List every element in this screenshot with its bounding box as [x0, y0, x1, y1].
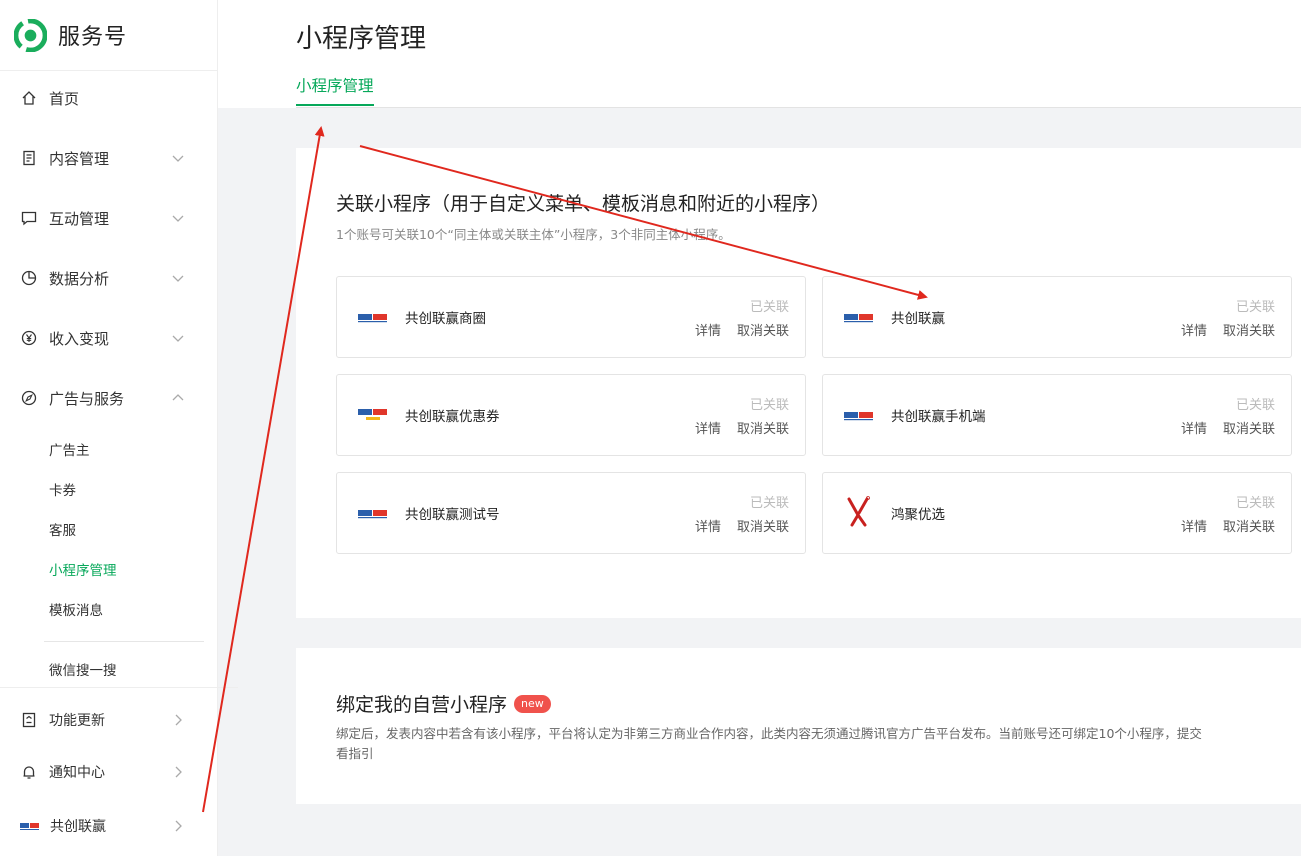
- program-logo: [844, 314, 873, 323]
- mini-program-card: 共创联赢测试号 已关联 详情 取消关联: [336, 472, 806, 554]
- section-title: 关联小程序（用于自定义菜单、模板消息和附近的小程序）: [336, 193, 831, 215]
- sub-item-coupons[interactable]: 卡券: [49, 481, 76, 501]
- nav-item-notification-center[interactable]: 通知中心: [0, 752, 218, 792]
- section-subtitle: 1个账号可关联10个“同主体或关联主体”小程序，3个非同主体小程序。: [336, 227, 731, 242]
- detail-link[interactable]: 详情: [695, 324, 721, 339]
- home-icon: [20, 89, 38, 107]
- status-label: 已关联: [1235, 496, 1275, 511]
- divider: [44, 641, 204, 642]
- unlink-link[interactable]: 取消关联: [737, 520, 789, 535]
- program-logo: [358, 510, 387, 519]
- nav-item-label: 内容管理: [49, 149, 110, 168]
- update-icon: [20, 711, 38, 729]
- brand-header: 服务号: [0, 0, 217, 71]
- detail-link[interactable]: 详情: [1181, 520, 1207, 535]
- unlink-link[interactable]: 取消关联: [1223, 422, 1275, 437]
- program-name: 共创联赢优惠券: [405, 409, 500, 425]
- program-logo: [358, 314, 387, 323]
- nav-item-content[interactable]: 内容管理: [0, 138, 218, 178]
- description-line: 绑定后，发表内容中若含有该小程序，平台将认定为非第三方商业合作内容，此类内容无须…: [336, 726, 1202, 741]
- nav-item-account[interactable]: 共创联赢: [0, 806, 218, 846]
- app-name: 服务号: [58, 25, 128, 50]
- program-name: 共创联赢测试号: [405, 507, 500, 523]
- service-account-logo-icon: [14, 18, 47, 52]
- program-logo: [847, 496, 870, 527]
- linked-mini-programs-card: 关联小程序（用于自定义菜单、模板消息和附近的小程序） 1个账号可关联10个“同主…: [296, 148, 1301, 618]
- nav-item-monetization[interactable]: 收入变现: [0, 318, 218, 358]
- unlink-link[interactable]: 取消关联: [1223, 324, 1275, 339]
- status-label: 已关联: [749, 496, 789, 511]
- pie-chart-icon: [20, 269, 38, 287]
- chevron-down-icon: [172, 335, 184, 342]
- compass-icon: [20, 389, 38, 407]
- chat-icon: [20, 209, 38, 227]
- document-icon: [20, 149, 38, 167]
- detail-link[interactable]: 详情: [695, 520, 721, 535]
- mini-program-card: 鸿聚优选 已关联 详情 取消关联: [822, 472, 1292, 554]
- tab-bar-divider: [296, 107, 1301, 108]
- nav-item-label: 互动管理: [49, 209, 110, 228]
- nav-item-label: 共创联赢: [50, 819, 106, 835]
- chevron-up-icon: [172, 394, 184, 401]
- unlink-link[interactable]: 取消关联: [1223, 520, 1275, 535]
- nav-item-label: 广告与服务: [49, 389, 125, 408]
- program-logo: [358, 409, 387, 420]
- guide-link[interactable]: 看指引: [336, 744, 1301, 764]
- detail-link[interactable]: 详情: [1181, 422, 1207, 437]
- section-title: 绑定我的自营小程序 new: [336, 690, 551, 717]
- nav-item-analytics[interactable]: 数据分析: [0, 258, 218, 298]
- bell-icon: [20, 763, 38, 781]
- new-badge: new: [514, 694, 551, 713]
- tab-mini-program-management[interactable]: 小程序管理: [296, 74, 374, 106]
- chevron-right-icon: [175, 820, 182, 832]
- mini-program-card: 共创联赢 已关联 详情 取消关联: [822, 276, 1292, 358]
- nav-item-label: 收入变现: [49, 329, 110, 348]
- nav-item-ads-services[interactable]: 广告与服务: [0, 378, 218, 418]
- detail-link[interactable]: 详情: [695, 422, 721, 437]
- unlink-link[interactable]: 取消关联: [737, 422, 789, 437]
- chevron-right-icon: [175, 714, 182, 726]
- sub-item-customer-service[interactable]: 客服: [49, 521, 76, 541]
- unlink-link[interactable]: 取消关联: [737, 324, 789, 339]
- nav-item-label: 数据分析: [49, 269, 110, 288]
- bind-mini-program-card: 绑定我的自营小程序 new 绑定后，发表内容中若含有该小程序，平台将认定为非第三…: [296, 648, 1301, 804]
- program-name: 共创联赢商圈: [405, 311, 486, 327]
- divider: [0, 687, 238, 688]
- nav-item-interaction[interactable]: 互动管理: [0, 198, 218, 238]
- mini-program-card: 共创联赢手机端 已关联 详情 取消关联: [822, 374, 1292, 456]
- status-label: 已关联: [1235, 398, 1275, 413]
- section-description: 绑定后，发表内容中若含有该小程序，平台将认定为非第三方商业合作内容，此类内容无须…: [336, 724, 1301, 766]
- sub-item-wechat-search[interactable]: 微信搜一搜: [49, 661, 117, 681]
- sidebar: 服务号 首页 内容管理 互动管理 数据分析 收入变现 广告与服务 广告主 卡券 …: [0, 0, 238, 856]
- nav-item-label: 首页: [49, 89, 80, 108]
- chevron-down-icon: [172, 275, 184, 282]
- chevron-right-icon: [175, 766, 182, 778]
- section-title-text: 绑定我的自营小程序: [336, 694, 508, 716]
- nav-item-label: 功能更新: [49, 713, 105, 729]
- nav-item-label: 通知中心: [49, 765, 105, 781]
- detail-link[interactable]: 详情: [1181, 324, 1207, 339]
- sub-item-template-messages[interactable]: 模板消息: [49, 601, 103, 621]
- mini-program-card: 共创联赢商圈 已关联 详情 取消关联: [336, 276, 806, 358]
- program-name: 共创联赢手机端: [891, 409, 986, 425]
- program-name: 鸿聚优选: [891, 507, 945, 523]
- nav-item-feature-updates[interactable]: 功能更新: [0, 700, 218, 740]
- sub-item-mini-program-management[interactable]: 小程序管理: [49, 561, 117, 581]
- chevron-down-icon: [172, 215, 184, 222]
- sub-item-advertiser[interactable]: 广告主: [49, 441, 90, 461]
- nav-item-home[interactable]: 首页: [0, 78, 218, 118]
- status-label: 已关联: [749, 300, 789, 315]
- mini-program-card: 共创联赢优惠券 已关联 详情 取消关联: [336, 374, 806, 456]
- chevron-down-icon: [172, 155, 184, 162]
- status-label: 已关联: [1235, 300, 1275, 315]
- brand-logo: [20, 823, 39, 830]
- program-logo: [844, 412, 873, 421]
- yen-icon: [20, 329, 38, 347]
- page-title: 小程序管理: [296, 24, 427, 54]
- program-name: 共创联赢: [891, 311, 945, 327]
- status-label: 已关联: [749, 398, 789, 413]
- main-header: 小程序管理 小程序管理: [218, 0, 1301, 108]
